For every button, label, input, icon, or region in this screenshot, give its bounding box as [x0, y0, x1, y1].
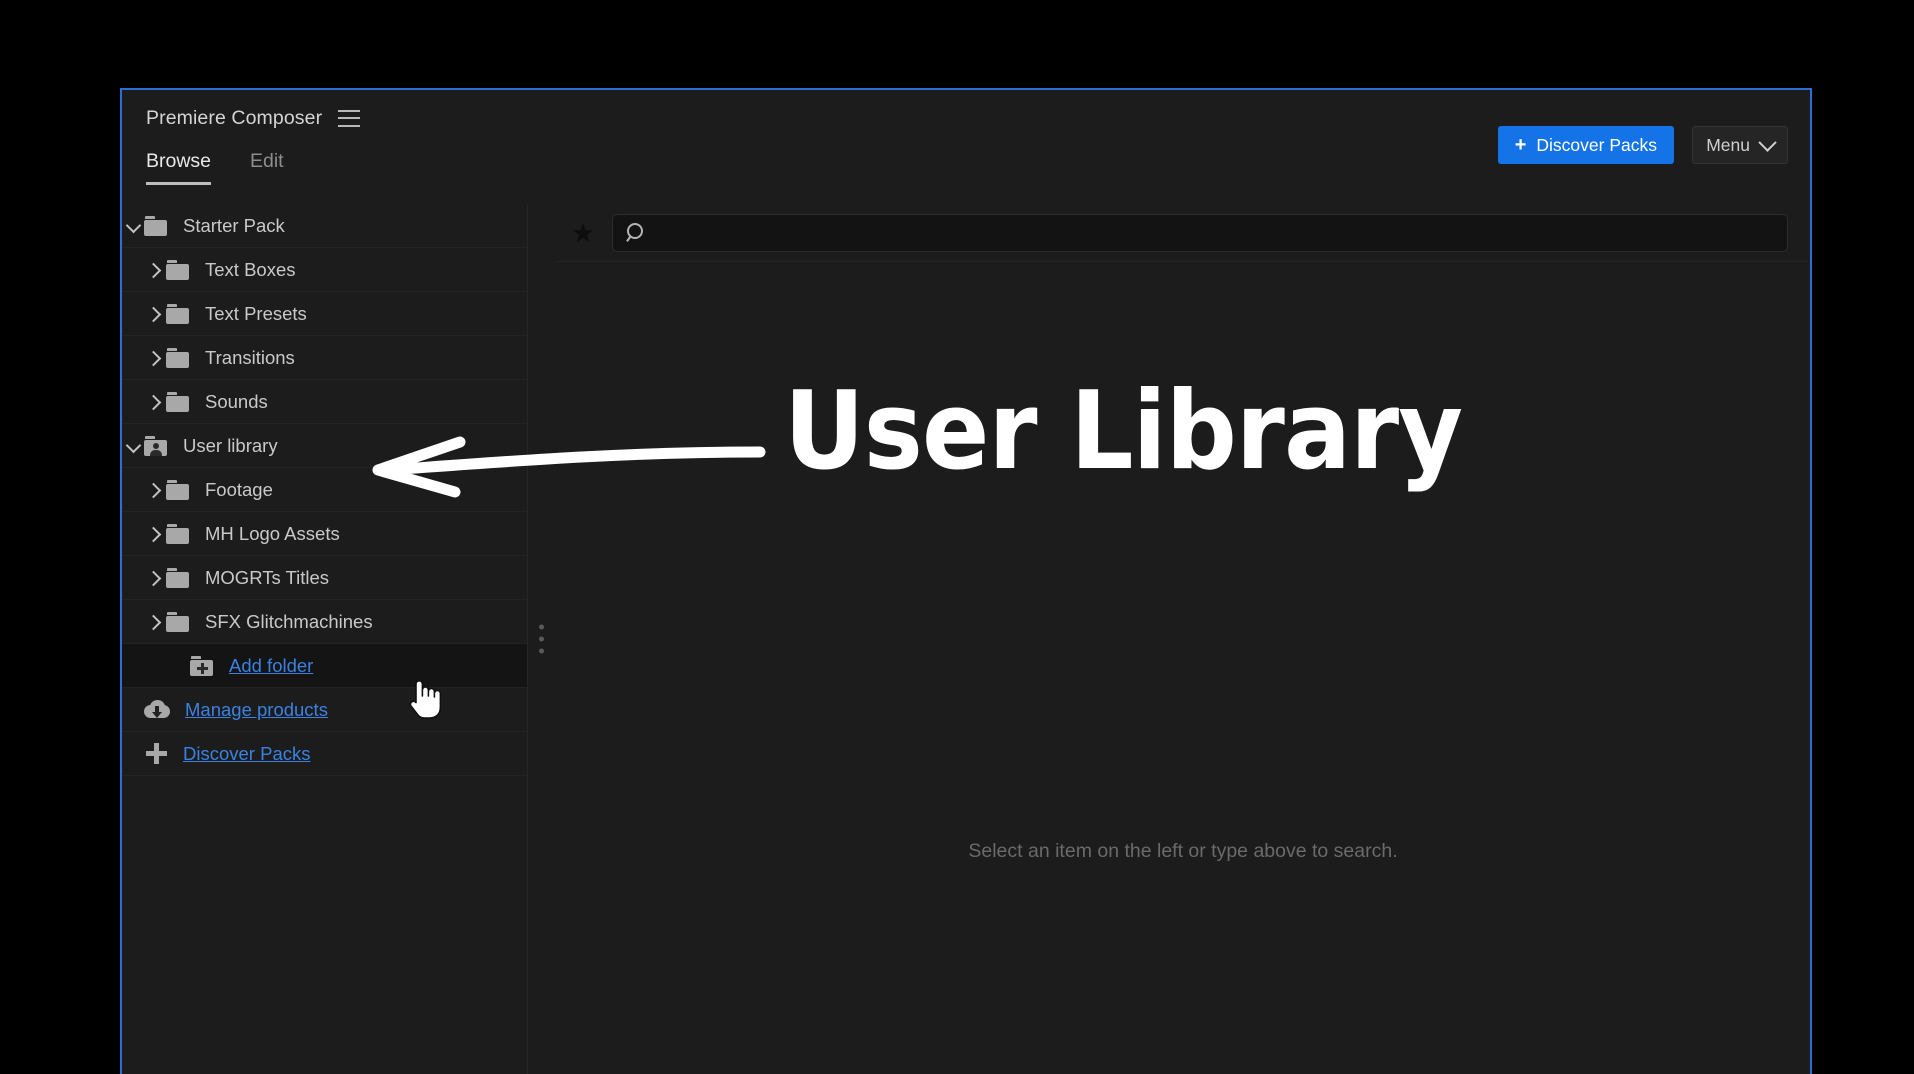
- panel-splitter[interactable]: [528, 204, 556, 1074]
- panel-body: Starter Pack Text Boxes Text Presets Transi…: [122, 204, 1810, 1074]
- sidebar-item-manage-products[interactable]: Manage products: [122, 688, 527, 732]
- sidebar-item-label: Transitions: [205, 346, 295, 368]
- sidebar-item-label: Manage products: [185, 698, 328, 720]
- sidebar-item-label: Text Boxes: [205, 258, 296, 280]
- folder-icon: [166, 479, 192, 500]
- sidebar-item-label: Add folder: [229, 654, 314, 676]
- chevron-down-icon[interactable]: [122, 435, 144, 457]
- chevron-right-icon[interactable]: [144, 259, 166, 281]
- folder-icon: [166, 611, 192, 632]
- splitter-handle-icon: [539, 624, 544, 654]
- sidebar-tree: Starter Pack Text Boxes Text Presets Transi…: [122, 204, 528, 1074]
- chevron-down-icon: [1758, 132, 1777, 152]
- empty-state-message: Select an item on the left or type above…: [968, 840, 1398, 862]
- sidebar-item-label: Starter Pack: [183, 214, 285, 236]
- sidebar-item-label: SFX Glitchmachines: [205, 610, 373, 632]
- page-title: Premiere Composer: [146, 106, 323, 129]
- chevron-right-icon[interactable]: [144, 303, 166, 325]
- tab-browse[interactable]: Browse: [146, 150, 212, 185]
- folder-icon: [166, 391, 192, 412]
- chevron-right-icon[interactable]: [144, 391, 166, 413]
- cloud-download-icon: [144, 699, 172, 721]
- chevron-right-icon[interactable]: [144, 479, 166, 501]
- discover-packs-label: Discover Packs: [1536, 134, 1657, 155]
- hamburger-icon[interactable]: [338, 109, 361, 127]
- sidebar-item-label: Footage: [205, 478, 273, 500]
- sidebar-item-label: Discover Packs: [183, 742, 311, 764]
- search-bar: ★: [556, 204, 1810, 262]
- sidebar-item-label: Sounds: [205, 390, 268, 412]
- menu-label: Menu: [1706, 134, 1750, 155]
- sidebar-item-text-boxes[interactable]: Text Boxes: [122, 248, 527, 292]
- sidebar-item-label: MOGRTs Titles: [205, 566, 330, 588]
- folder-icon: [166, 523, 192, 544]
- plus-icon: [144, 742, 170, 765]
- chevron-right-icon[interactable]: [144, 347, 166, 369]
- sidebar-item-mogrts-titles[interactable]: MOGRTs Titles: [122, 556, 527, 600]
- discover-packs-button[interactable]: + Discover Packs: [1497, 126, 1674, 164]
- sidebar-item-user-library[interactable]: User library: [122, 424, 527, 468]
- sidebar-item-add-folder[interactable]: Add folder: [122, 644, 527, 688]
- plus-icon: +: [1514, 134, 1527, 156]
- sidebar-item-transitions[interactable]: Transitions: [122, 336, 527, 380]
- sidebar-item-mh-logo-assets[interactable]: MH Logo Assets: [122, 512, 527, 556]
- folder-plus-icon: [190, 655, 216, 676]
- chevron-right-icon[interactable]: [144, 567, 166, 589]
- sidebar-item-footage[interactable]: Footage: [122, 468, 527, 512]
- chevron-right-icon[interactable]: [144, 523, 166, 545]
- sidebar-item-text-presets[interactable]: Text Presets: [122, 292, 527, 336]
- star-icon[interactable]: ★: [568, 220, 598, 246]
- search-icon: [626, 223, 645, 242]
- sidebar-item-label: MH Logo Assets: [205, 522, 340, 544]
- pointing-hand-cursor: [409, 680, 441, 719]
- content-pane: ★ Select an item on the left or type abo…: [556, 204, 1810, 1074]
- sidebar-item-label: Text Presets: [205, 302, 307, 324]
- sidebar-item-starter-pack[interactable]: Starter Pack: [122, 204, 527, 248]
- folder-icon: [166, 347, 192, 368]
- folder-icon: [166, 303, 192, 324]
- search-input[interactable]: [654, 221, 1775, 244]
- folder-icon: [166, 259, 192, 280]
- chevron-right-icon[interactable]: [144, 611, 166, 633]
- premiere-composer-panel: Premiere Composer Browse Edit + Discover…: [120, 88, 1812, 1074]
- tab-edit[interactable]: Edit: [250, 150, 284, 185]
- user-folder-icon: [144, 435, 170, 456]
- menu-button[interactable]: Menu: [1692, 126, 1788, 164]
- chevron-down-icon[interactable]: [122, 215, 144, 237]
- folder-icon: [144, 215, 170, 236]
- sidebar-item-sounds[interactable]: Sounds: [122, 380, 527, 424]
- search-field[interactable]: [612, 213, 1788, 252]
- sidebar-item-discover-packs[interactable]: Discover Packs: [122, 732, 527, 776]
- sidebar-item-label: User library: [183, 434, 278, 456]
- folder-icon: [166, 567, 192, 588]
- sidebar-item-sfx-glitchmachines[interactable]: SFX Glitchmachines: [122, 600, 527, 644]
